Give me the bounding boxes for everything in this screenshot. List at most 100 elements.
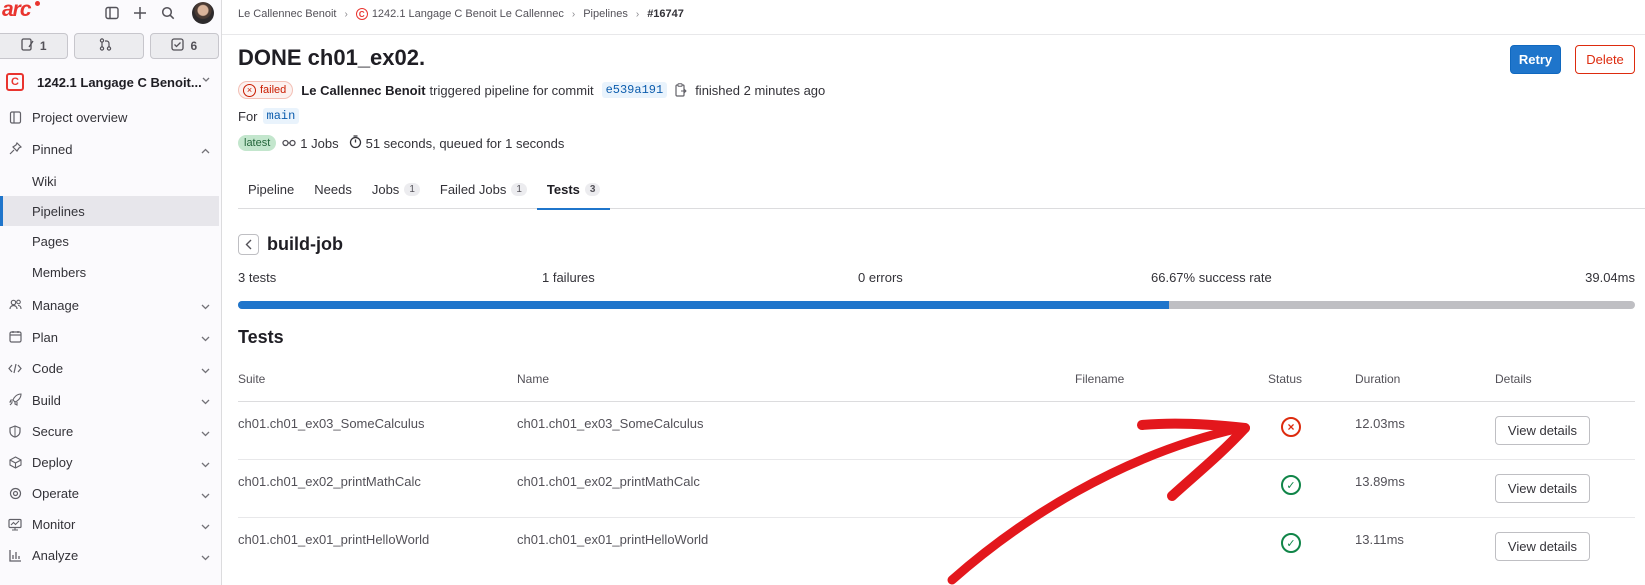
tab-label: Pipeline [248,181,295,197]
test-name: ch01.ch01_ex03_SomeCalculus [517,416,704,431]
test-name: ch01.ch01_ex01_printHelloWorld [517,532,709,547]
sidebar-item-members[interactable]: Members [0,256,222,289]
sidebar-item-plan[interactable]: Plan [0,321,222,353]
sidebar-item-wiki[interactable]: Wiki [0,166,222,196]
test-name: ch01.ch01_ex02_printMathCalc [517,474,700,489]
sidebar-item-code[interactable]: Code [0,353,222,384]
issues-counter[interactable]: 1 [0,33,69,59]
breadcrumb-item[interactable]: C 1242.1 Langage C Benoit Le Callennec [355,8,564,21]
breadcrumb: Le Callennec Benoit › C 1242.1 Langage C … [238,4,684,24]
tab-pipeline[interactable]: Pipeline [238,169,304,209]
retry-button[interactable]: Retry [1510,45,1561,74]
branch-link[interactable]: main [262,108,300,124]
chevron-down-icon [202,75,210,86]
sidebar-item-analyze[interactable]: Analyze [0,540,222,571]
sidebar-item-label: Code [32,361,64,376]
sidebar-header: arc [0,0,221,26]
pipeline-ref: For main [238,106,300,126]
user-avatar[interactable] [192,2,214,24]
chevron-down-icon [201,425,210,440]
code-icon [8,361,22,375]
calendar-icon [8,329,22,343]
sidebar-item-label: Build [32,392,61,408]
copy-icon[interactable] [675,83,687,97]
search-icon[interactable] [160,5,176,21]
sidebar-item-pipelines[interactable]: Pipelines [0,196,219,226]
sidebar-item-project-overview[interactable]: Project overview [0,102,222,133]
column-header-name: Name [517,372,550,386]
delete-button[interactable]: Delete [1575,45,1635,74]
tab-label: Tests [546,181,580,197]
monitor-icon [8,517,22,531]
success-progress-fill [238,301,1170,309]
breadcrumb-item[interactable]: Pipelines [583,8,628,20]
chevron-down-icon [201,518,210,533]
column-header-details: Details [1495,372,1532,386]
project-icon [8,110,22,124]
logo-text: arc [2,0,32,21]
sidebar-item-label: Project overview [32,110,128,125]
sidebar-item-label: Secure [32,424,74,439]
sidebar-item-pinned[interactable]: Pinned [0,133,222,166]
todos-count: 6 [190,39,198,53]
todos-counter[interactable]: 6 [149,33,219,59]
status-failed-icon: × [243,83,256,97]
sidebar-item-pages[interactable]: Pages [0,226,222,256]
issues-count: 1 [39,39,47,53]
tab-label: Failed Jobs [439,181,507,197]
table-row: ch01.ch01_ex03_SomeCalculus ch01.ch01_ex… [238,402,1635,460]
duration-text: 51 seconds, queued for 1 seconds [365,135,565,151]
author-link[interactable]: Le Callennec Benoit [301,83,425,98]
sidebar-toggle-icon[interactable] [104,5,120,21]
tab-label: Needs [314,181,352,197]
chevron-down-icon [201,487,210,502]
chevron-down-icon [201,549,210,564]
plus-icon[interactable] [132,5,148,21]
back-button[interactable] [238,233,259,255]
pipeline-meta: × failed Le Callennec Benoit triggered p… [238,80,825,100]
column-header-duration: Duration [1355,372,1401,386]
tab-failed-jobs[interactable]: Failed Jobs 1 [430,169,537,209]
sidebar-item-build[interactable]: Build [0,384,222,416]
test-summary: 3 tests 1 failures 0 errors 66.67% succe… [238,270,1635,288]
triggered-text: triggered pipeline for commit [429,82,594,98]
chevron-right-icon: › [635,8,640,20]
tab-needs[interactable]: Needs [304,169,362,209]
sidebar-item-label: Pinned [32,142,73,157]
rocket-icon [8,392,22,406]
view-details-label: View details [1495,532,1590,561]
users-icon [8,297,22,311]
sidebar-item-label: Monitor [32,517,76,532]
sidebar-item-label: Deploy [32,455,73,470]
sidebar-item-deploy[interactable]: Deploy [0,447,222,478]
tests-count: 3 tests [238,270,277,285]
sidebar-nav: Project overview Pinned Wiki Pipelines P… [0,102,222,571]
sidebar-item-manage[interactable]: Manage [0,289,222,321]
breadcrumb-current[interactable]: #16747 [647,8,684,20]
total-duration: 39.04ms [1585,270,1635,285]
pipeline-tabs: Pipeline Needs Jobs 1 Failed Jobs 1 Tests 3 [238,169,1645,210]
sidebar-item-secure[interactable]: Secure [0,416,222,447]
errors-count: 0 errors [858,270,903,285]
chevron-down-icon [201,362,210,377]
test-suite: ch01.ch01_ex02_printMathCalc [238,474,421,489]
commit-sha-link[interactable]: e539a191 [601,82,668,98]
chevron-down-icon [201,456,210,471]
status-badge[interactable]: × failed [238,81,294,99]
tab-jobs[interactable]: Jobs 1 [362,169,430,209]
test-duration: 13.11ms [1355,532,1404,547]
merge-requests-counter[interactable] [74,33,144,59]
issues-icon [21,38,34,54]
tab-tests[interactable]: Tests 3 [536,169,611,210]
chevron-up-icon [201,142,210,157]
breadcrumb-item[interactable]: Le Callennec Benoit [238,8,336,20]
sidebar-item-monitor[interactable]: Monitor [0,509,222,540]
tab-count: 1 [511,182,527,196]
test-suite: ch01.ch01_ex03_SomeCalculus [238,416,425,431]
failures-count: 1 failures [542,270,595,285]
tab-count: 1 [404,182,420,196]
project-switcher[interactable]: C 1242.1 Langage C Benoit... [0,68,222,96]
sidebar-item-operate[interactable]: Operate [0,478,222,509]
chevron-down-icon [201,298,210,313]
table-row: ch01.ch01_ex01_printHelloWorld ch01.ch01… [238,518,1635,576]
